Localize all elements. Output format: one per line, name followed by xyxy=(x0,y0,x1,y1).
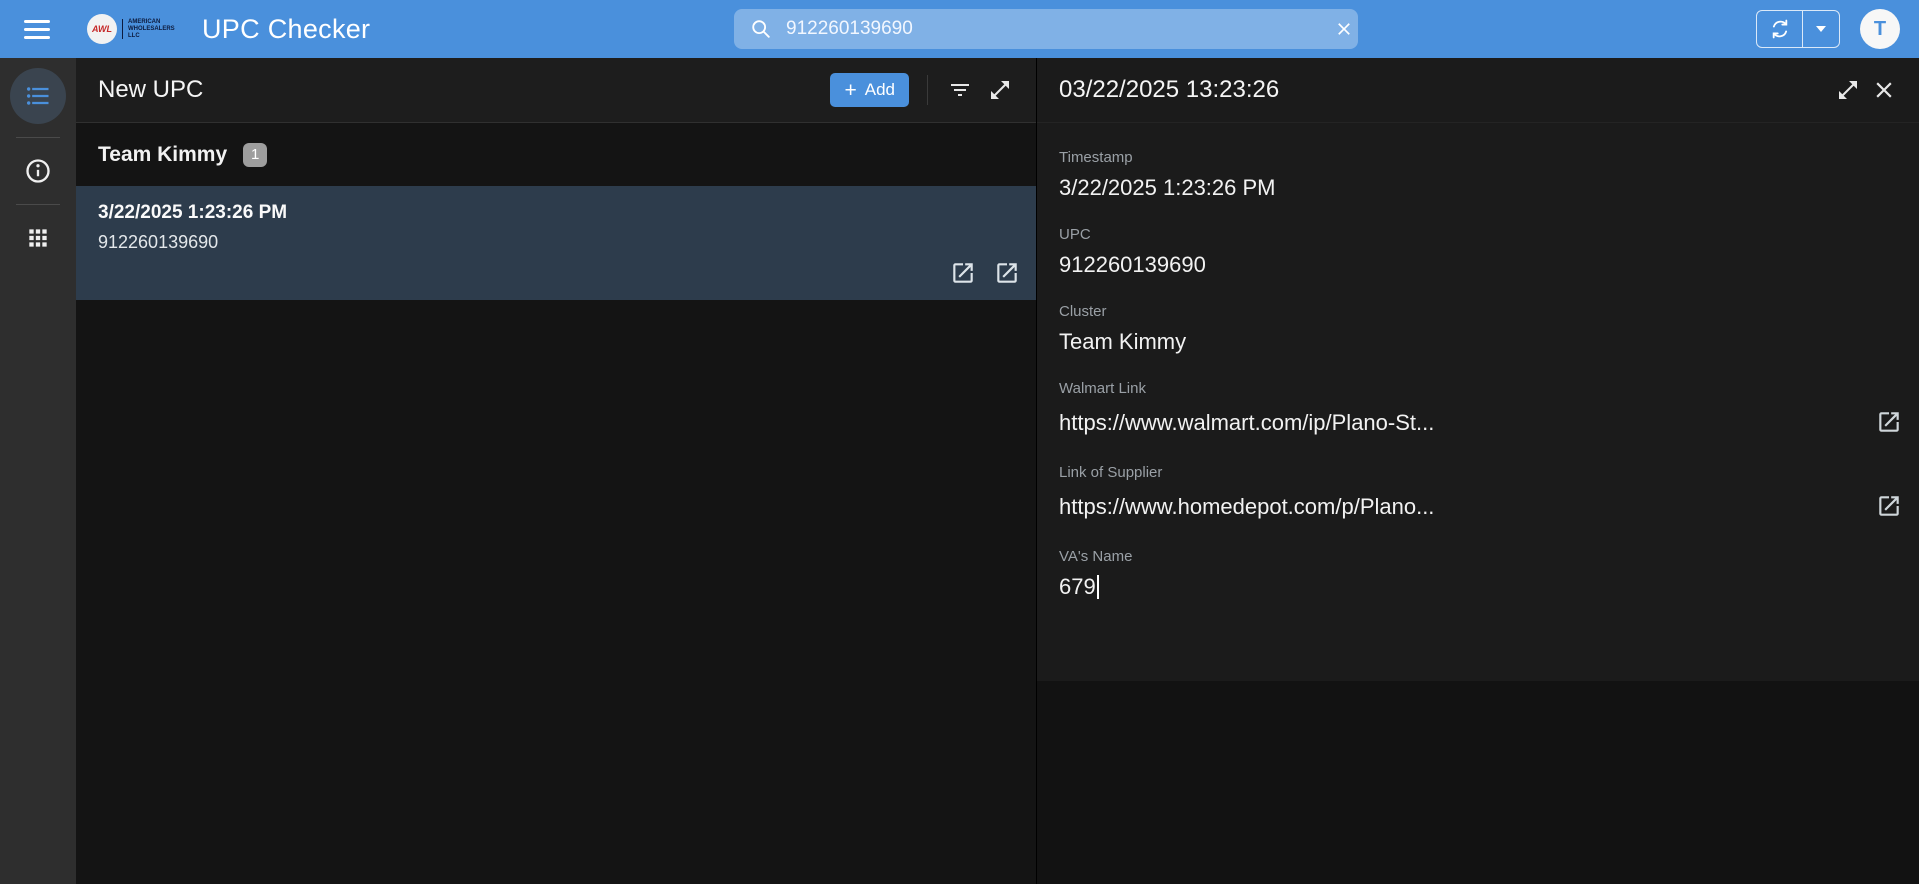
filter-icon xyxy=(948,78,972,102)
topbar-actions: T xyxy=(1756,9,1900,49)
field-value: 3/22/2025 1:23:26 PM xyxy=(1059,175,1911,200)
expand-icon xyxy=(1836,78,1860,102)
info-icon xyxy=(24,157,52,185)
search-input[interactable] xyxy=(772,18,1318,40)
list-panel-header: New UPC + Add xyxy=(76,58,1036,123)
open-supplier-link-icon[interactable] xyxy=(992,258,1022,288)
close-icon xyxy=(1871,77,1897,103)
va-name-input[interactable]: 679 xyxy=(1059,574,1911,599)
field-value: Team Kimmy xyxy=(1059,329,1911,354)
list-icon xyxy=(24,82,52,110)
group-header[interactable]: Team Kimmy 1 xyxy=(76,123,1036,186)
supplier-link-value[interactable]: https://www.homedepot.com/p/Plano... xyxy=(1059,494,1873,519)
sidebar-divider xyxy=(16,137,60,138)
clear-search-icon[interactable] xyxy=(1318,11,1354,47)
detail-content: Timestamp 3/22/2025 1:23:26 PM UPC 91226… xyxy=(1037,123,1919,681)
plus-icon: + xyxy=(844,80,856,101)
top-bar: AWL AMERICAN WHOLESALERS LLC UPC Checker xyxy=(0,0,1919,58)
group-count-badge: 1 xyxy=(243,143,267,167)
sidebar-item-list[interactable] xyxy=(10,68,66,124)
item-actions xyxy=(948,258,1022,288)
logo-separator xyxy=(122,19,123,39)
field-label: VA's Name xyxy=(1059,548,1911,565)
sidebar-item-info[interactable] xyxy=(18,151,58,191)
detail-panel-header: 03/22/2025 13:23:26 xyxy=(1037,58,1919,123)
expand-detail-button[interactable] xyxy=(1830,72,1866,108)
detail-title: 03/22/2025 13:23:26 xyxy=(1059,76,1830,104)
item-upc: 912260139690 xyxy=(98,232,1014,253)
header-divider xyxy=(927,75,928,105)
close-detail-button[interactable] xyxy=(1866,72,1902,108)
field-timestamp: Timestamp 3/22/2025 1:23:26 PM xyxy=(1059,149,1911,200)
logo-text: AMERICAN WHOLESALERS LLC xyxy=(128,19,184,40)
search-icon xyxy=(750,18,772,40)
sync-icon[interactable] xyxy=(1757,11,1803,47)
main-area: New UPC + Add Team Kimmy 1 3/22/2025 xyxy=(0,58,1919,884)
avatar[interactable]: T xyxy=(1860,9,1900,49)
list-item[interactable]: 3/22/2025 1:23:26 PM 912260139690 xyxy=(76,186,1036,300)
item-timestamp: 3/22/2025 1:23:26 PM xyxy=(98,202,1014,224)
sidebar xyxy=(0,58,76,884)
search-box xyxy=(734,9,1358,49)
add-button[interactable]: + Add xyxy=(830,73,909,107)
field-label: Cluster xyxy=(1059,303,1911,320)
sidebar-item-apps[interactable] xyxy=(18,218,58,258)
field-label: Link of Supplier xyxy=(1059,464,1911,481)
field-va-name: VA's Name 679 xyxy=(1059,548,1911,599)
apps-grid-icon xyxy=(25,225,51,251)
detail-panel: 03/22/2025 13:23:26 Timestamp 3/22/2025 … xyxy=(1037,58,1919,884)
list-panel: New UPC + Add Team Kimmy 1 3/22/2025 xyxy=(76,58,1037,884)
menu-icon[interactable] xyxy=(24,20,50,39)
sync-dropdown-icon[interactable] xyxy=(1803,11,1839,47)
text-cursor xyxy=(1097,575,1099,599)
open-walmart-link-icon[interactable] xyxy=(948,258,978,288)
field-upc: UPC 912260139690 xyxy=(1059,226,1911,277)
field-label: UPC xyxy=(1059,226,1911,243)
app-logo: AWL AMERICAN WHOLESALERS LLC xyxy=(87,14,184,44)
expand-list-button[interactable] xyxy=(980,70,1020,110)
field-value: 912260139690 xyxy=(1059,252,1911,277)
field-label: Timestamp xyxy=(1059,149,1911,166)
filter-button[interactable] xyxy=(940,70,980,110)
page-title: New UPC xyxy=(98,76,830,104)
open-walmart-link-icon[interactable] xyxy=(1873,406,1905,438)
logo-emblem: AWL xyxy=(87,14,117,44)
app-title: UPC Checker xyxy=(202,14,370,45)
field-label: Walmart Link xyxy=(1059,380,1911,397)
field-supplier-link: Link of Supplier https://www.homedepot.c… xyxy=(1059,464,1911,522)
add-button-label: Add xyxy=(865,80,895,100)
open-supplier-link-icon[interactable] xyxy=(1873,490,1905,522)
sync-split-button xyxy=(1756,10,1840,48)
field-cluster: Cluster Team Kimmy xyxy=(1059,303,1911,354)
group-name: Team Kimmy xyxy=(98,143,227,167)
sidebar-divider xyxy=(16,204,60,205)
walmart-link-value[interactable]: https://www.walmart.com/ip/Plano-St... xyxy=(1059,410,1873,435)
field-walmart-link: Walmart Link https://www.walmart.com/ip/… xyxy=(1059,380,1911,438)
expand-icon xyxy=(988,78,1012,102)
